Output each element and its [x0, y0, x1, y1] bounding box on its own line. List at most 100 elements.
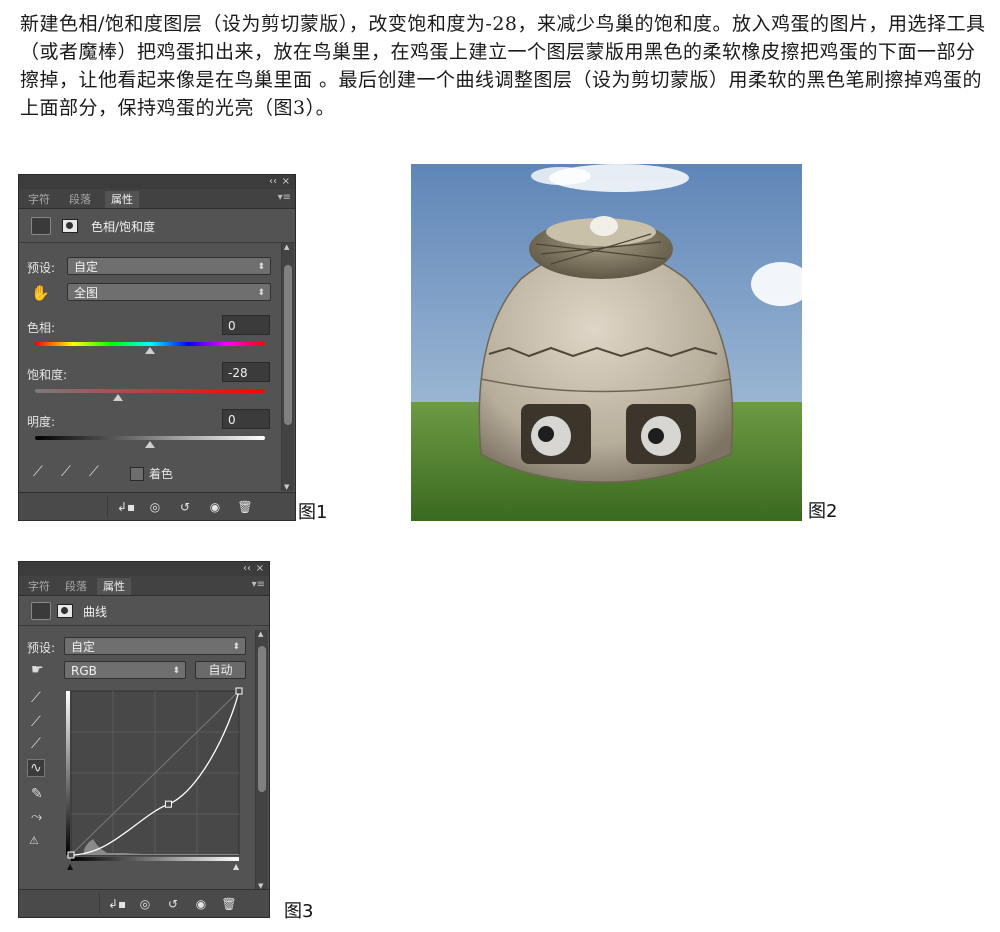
dropdown-arrow-icon: ⬍ — [257, 288, 265, 298]
mask-icon[interactable] — [57, 604, 73, 618]
panel-scrollbar[interactable]: ▲ ▼ — [255, 630, 268, 890]
lightness-slider-thumb[interactable] — [145, 441, 155, 448]
preset-value: 自定 — [71, 640, 96, 654]
close-icon[interactable]: × — [256, 562, 264, 576]
scroll-up-icon[interactable]: ▲ — [258, 630, 263, 638]
pencil-icon[interactable]: ✎ — [31, 786, 43, 802]
white-point-slider[interactable]: ▲ — [233, 862, 239, 871]
adjustment-header: 曲线 — [19, 597, 269, 626]
adjustment-title: 曲线 — [83, 605, 108, 619]
channel-value: RGB — [71, 664, 97, 678]
curve-control-point[interactable] — [164, 800, 172, 808]
curves-properties-panel: ‹‹ × 字符 段落 属性 ▾≡ 曲线 预设: 自定 ⬍ ☛ RGB ⬍ 自动 ⟋ … — [18, 561, 270, 918]
eyedropper-plus-icon[interactable]: ⟋ — [61, 464, 71, 480]
close-icon[interactable]: × — [282, 175, 290, 189]
scroll-up-icon[interactable]: ▲ — [284, 243, 289, 251]
auto-button[interactable]: 自动 — [195, 661, 246, 679]
panel-footer: ↲▪ ◎ ↺ ◉ 🗑 — [19, 492, 295, 520]
saturation-input[interactable]: -28 — [222, 362, 270, 382]
view-previous-icon[interactable]: ◎ — [145, 498, 165, 516]
targeted-adjustment-hand-icon[interactable]: ✋ — [31, 284, 50, 302]
scrollbar-thumb[interactable] — [284, 265, 292, 425]
dropdown-arrow-icon: ⬍ — [172, 666, 180, 676]
clip-to-layer-icon[interactable]: ↲▪ — [107, 895, 127, 913]
tab-character[interactable]: 字符 — [22, 191, 56, 208]
tab-character[interactable]: 字符 — [22, 578, 56, 595]
smooth-curve-icon[interactable]: ⤳ — [31, 809, 42, 825]
nest-skull-photo — [411, 164, 802, 521]
visibility-eye-icon[interactable]: ◉ — [205, 498, 225, 516]
tab-paragraph[interactable]: 段落 — [63, 191, 97, 208]
lightness-label: 明度: — [27, 415, 56, 429]
clipping-warning-icon[interactable]: ⚠ — [29, 834, 39, 847]
hue-slider-thumb[interactable] — [145, 347, 155, 354]
colorize-label: 着色 — [149, 467, 174, 481]
lightness-slider-track[interactable] — [35, 436, 265, 440]
tab-properties[interactable]: 属性 — [105, 191, 139, 208]
panel-tabs: 字符 段落 属性 ▾≡ — [19, 189, 295, 209]
clip-to-layer-icon[interactable]: ↲▪ — [116, 498, 136, 516]
tab-properties[interactable]: 属性 — [97, 578, 131, 595]
mask-icon[interactable] — [62, 219, 78, 233]
adjustment-header: 色相/饱和度 — [19, 210, 295, 243]
figure-3-caption: 图3 — [284, 901, 314, 922]
visibility-eye-icon[interactable]: ◉ — [191, 895, 211, 913]
scrollbar-thumb[interactable] — [258, 646, 266, 792]
dropdown-arrow-icon: ⬍ — [257, 262, 265, 272]
scroll-down-icon[interactable]: ▼ — [284, 483, 289, 491]
curves-adjustment-icon[interactable] — [31, 602, 51, 620]
curves-graph[interactable] — [63, 687, 243, 867]
preset-label: 预设: — [27, 641, 56, 655]
hue-saturation-properties-panel: ‹‹ × 字符 段落 属性 ▾≡ 色相/饱和度 预设: 自定 ⬍ ✋ 全图 ⬍ 色相… — [18, 174, 296, 521]
targeted-adjustment-hand-icon[interactable]: ☛ — [31, 662, 44, 678]
range-value: 全图 — [74, 286, 99, 300]
adjustment-layer-icon[interactable] — [31, 217, 51, 235]
curve-point-tool-icon[interactable]: ∿ — [27, 759, 45, 777]
hue-input[interactable]: 0 — [222, 315, 270, 335]
adjustment-title: 色相/饱和度 — [91, 220, 156, 234]
panel-menu-icon[interactable]: ▾≡ — [278, 192, 291, 203]
saturation-slider-thumb[interactable] — [112, 394, 123, 401]
figure-1-caption: 图1 — [298, 502, 328, 523]
lightness-input[interactable]: 0 — [222, 409, 270, 429]
channel-dropdown[interactable]: RGB ⬍ — [64, 661, 186, 679]
view-previous-icon[interactable]: ◎ — [135, 895, 155, 913]
reset-icon[interactable]: ↺ — [163, 895, 183, 913]
panel-tabs: 字符 段落 属性 ▾≡ — [19, 576, 269, 596]
preset-dropdown[interactable]: 自定 ⬍ — [67, 257, 271, 275]
curve-control-point[interactable] — [235, 687, 243, 695]
preset-label: 预设: — [27, 261, 56, 275]
saturation-slider-track[interactable] — [35, 389, 265, 393]
preset-dropdown[interactable]: 自定 ⬍ — [64, 637, 246, 655]
trash-icon[interactable]: 🗑 — [219, 895, 239, 913]
tab-paragraph[interactable]: 段落 — [59, 578, 93, 595]
black-point-slider[interactable]: ▲ — [67, 862, 73, 871]
panel-scrollbar[interactable]: ▲ ▼ — [281, 243, 294, 491]
collapse-icon[interactable]: ‹‹ — [269, 175, 277, 189]
dropdown-arrow-icon: ⬍ — [232, 642, 240, 652]
eyedropper-black-icon[interactable]: ⟋ — [31, 690, 41, 706]
preset-value: 自定 — [74, 260, 99, 274]
hue-label: 色相: — [27, 321, 56, 335]
trash-icon[interactable]: 🗑 — [235, 498, 255, 516]
curve-control-point[interactable] — [67, 851, 75, 859]
collapse-icon[interactable]: ‹‹ — [243, 562, 251, 576]
hue-slider-track[interactable] — [35, 342, 265, 346]
panel-top-strip: ‹‹ × — [19, 562, 269, 576]
footer-divider — [107, 496, 108, 517]
panel-top-strip: ‹‹ × — [19, 175, 295, 189]
figure-2-caption: 图2 — [808, 501, 838, 522]
eyedropper-minus-icon[interactable]: ⟋ — [89, 464, 99, 480]
saturation-label: 饱和度: — [27, 368, 68, 382]
footer-divider — [99, 893, 100, 914]
eyedropper-icon[interactable]: ⟋ — [33, 464, 43, 480]
panel-footer: ↲▪ ◎ ↺ ◉ 🗑 — [19, 889, 269, 917]
panel-menu-icon[interactable]: ▾≡ — [252, 579, 265, 590]
eyedropper-gray-icon[interactable]: ⟋ — [31, 714, 41, 730]
colorize-checkbox[interactable] — [130, 467, 144, 481]
eyedropper-white-icon[interactable]: ⟋ — [31, 736, 41, 752]
reset-icon[interactable]: ↺ — [175, 498, 195, 516]
photo-illustration — [411, 164, 802, 521]
intro-paragraph: 新建色相/饱和度图层（设为剪切蒙版），改变饱和度为-28，来减少鸟巢的饱和度。放… — [20, 13, 986, 119]
range-dropdown[interactable]: 全图 ⬍ — [67, 283, 271, 301]
